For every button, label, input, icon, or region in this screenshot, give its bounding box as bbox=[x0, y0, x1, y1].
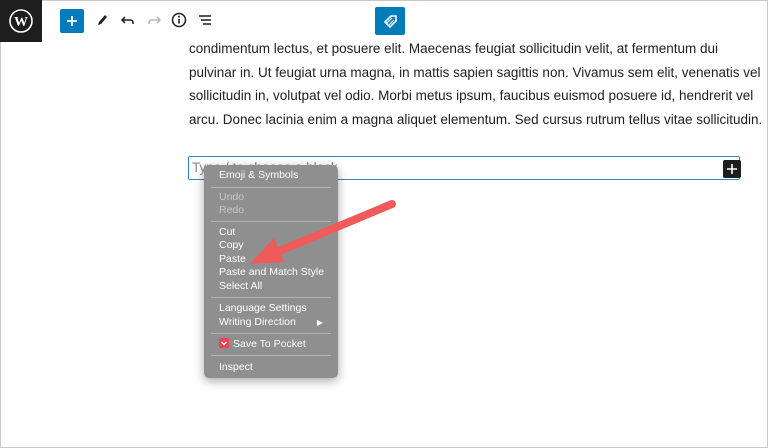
annotation-arrow bbox=[250, 200, 396, 264]
arrow-head-icon bbox=[250, 238, 284, 264]
